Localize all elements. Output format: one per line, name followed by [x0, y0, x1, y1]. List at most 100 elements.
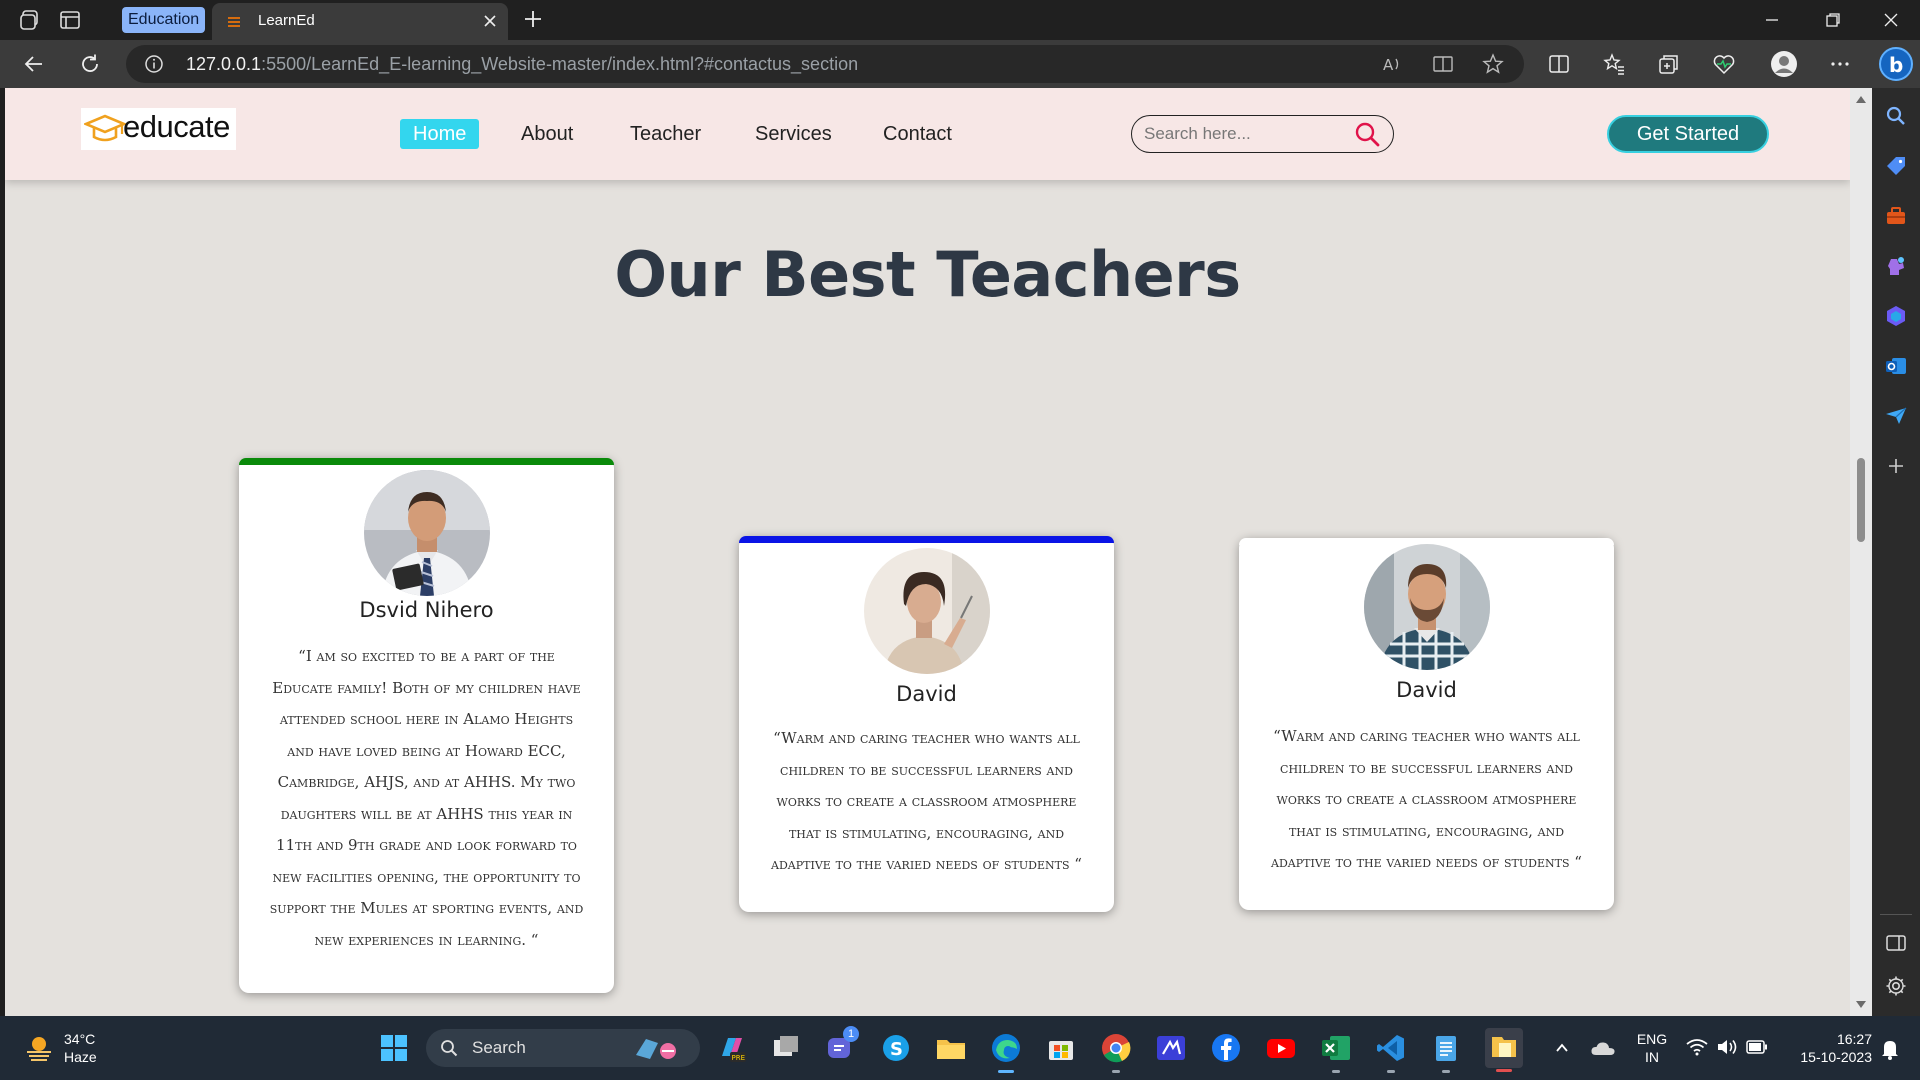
notepad-app[interactable]: [1430, 1032, 1462, 1073]
vscode-app[interactable]: [1375, 1032, 1407, 1073]
url-text[interactable]: 127.0.0.1:5500/LearnEd_E-learning_Websit…: [186, 54, 858, 75]
teams-chat-app[interactable]: 1: [825, 1026, 859, 1064]
new-tab-icon[interactable]: [522, 8, 544, 30]
microsoft-365-icon[interactable]: [1884, 304, 1908, 328]
more-options-icon[interactable]: [1828, 52, 1852, 76]
collections-icon[interactable]: [1657, 52, 1681, 76]
favorites-icon[interactable]: [1602, 52, 1626, 76]
address-bar[interactable]: 127.0.0.1:5500/LearnEd_E-learning_Websit…: [126, 45, 1524, 83]
onedrive-cloud-icon[interactable]: [1590, 1038, 1616, 1058]
youtube-icon[interactable]: [1265, 1032, 1297, 1064]
weather-haze-icon[interactable]: [24, 1034, 54, 1062]
close-tab-icon[interactable]: [482, 13, 498, 29]
edge-sidebar: [1872, 88, 1920, 1016]
graduation-cap-logo-icon: [84, 114, 126, 142]
settings-gear-icon[interactable]: [1884, 974, 1908, 998]
clock[interactable]: 16:27 15-10-2023: [1782, 1030, 1872, 1066]
back-arrow-icon[interactable]: [22, 52, 46, 76]
scroll-up-arrow-icon[interactable]: [1856, 96, 1866, 103]
profile-avatar-icon[interactable]: [1770, 50, 1798, 78]
edge-app[interactable]: [990, 1032, 1022, 1073]
excel-app[interactable]: [1320, 1032, 1352, 1073]
svg-text:S: S: [890, 1039, 903, 1060]
nav-teacher[interactable]: Teacher: [630, 119, 701, 149]
workspaces-icon[interactable]: [18, 8, 42, 32]
browser-title-bar: Education LearnEd: [0, 0, 1920, 40]
browser-essentials-icon[interactable]: [1712, 52, 1736, 76]
browser-toolbar: 127.0.0.1:5500/LearnEd_E-learning_Websit…: [0, 40, 1920, 88]
page-scrollbar[interactable]: [1850, 88, 1872, 1016]
clock-date: 15-10-2023: [1800, 1049, 1872, 1065]
sticky-note-folder-icon: [1492, 1037, 1516, 1057]
add-icon[interactable]: [1884, 454, 1908, 478]
split-screen-icon[interactable]: [1547, 52, 1571, 76]
language-indicator[interactable]: ENG IN: [1632, 1030, 1672, 1066]
tools-briefcase-icon[interactable]: [1884, 204, 1908, 228]
scroll-down-arrow-icon[interactable]: [1856, 1001, 1866, 1008]
hide-sidebar-icon[interactable]: [1884, 931, 1908, 955]
chrome-app[interactable]: [1100, 1032, 1132, 1073]
running-app-indicator: [1112, 1070, 1120, 1073]
nav-services[interactable]: Services: [755, 119, 832, 149]
copilot-preview-app-icon[interactable]: PRE: [716, 1032, 748, 1064]
search-highlight-icon: [636, 1039, 676, 1059]
volume-icon[interactable]: [1716, 1038, 1738, 1056]
nav-home[interactable]: Home: [400, 119, 480, 149]
logo-text: educate: [123, 109, 230, 144]
site-info-icon[interactable]: [144, 54, 164, 74]
sticky-notes-app[interactable]: [1485, 1028, 1523, 1072]
taskbar-search-label: Search: [472, 1038, 526, 1057]
excel-icon: [1322, 1036, 1350, 1060]
favorite-star-icon[interactable]: [1482, 53, 1504, 75]
tab-title: LearnEd: [258, 12, 315, 29]
battery-icon[interactable]: [1746, 1040, 1768, 1054]
taskbar-search[interactable]: Search: [426, 1029, 700, 1067]
teacher-quote: “Warm and caring teacher who wants all c…: [1271, 727, 1582, 871]
clock-time: 16:27: [1836, 1031, 1872, 1047]
search-icon[interactable]: [1884, 104, 1908, 128]
facebook-icon[interactable]: [1210, 1032, 1242, 1064]
notification-bell-icon[interactable]: [1880, 1038, 1900, 1060]
skype-icon[interactable]: S: [880, 1032, 912, 1064]
weather-widget[interactable]: 34°C Haze: [64, 1030, 97, 1066]
file-explorer-icon[interactable]: [935, 1032, 967, 1064]
read-aloud-icon[interactable]: A: [1382, 54, 1402, 74]
minimize-icon[interactable]: [1762, 10, 1782, 30]
shopping-tag-icon[interactable]: [1884, 154, 1908, 178]
restore-icon[interactable]: [1823, 10, 1843, 30]
scrollbar-thumb[interactable]: [1857, 458, 1865, 542]
search-icon[interactable]: [1354, 121, 1381, 148]
windows-start-icon[interactable]: [380, 1034, 408, 1062]
get-started-button[interactable]: Get Started: [1607, 115, 1769, 153]
microsoft-store-icon[interactable]: [1045, 1032, 1077, 1064]
games-icon[interactable]: [1884, 254, 1908, 278]
teacher-quote: “I am so excited to be a part of the Edu…: [269, 647, 584, 949]
teams-badge: 1: [843, 1026, 859, 1042]
page-viewport[interactable]: educate Home About Teacher Services Cont…: [5, 88, 1850, 1016]
search-input[interactable]: [1144, 122, 1344, 146]
tab-actions-icon[interactable]: [58, 8, 82, 32]
nav-about[interactable]: About: [521, 119, 573, 149]
card-accent-bar: [739, 536, 1114, 543]
power-automate-icon[interactable]: [1155, 1032, 1187, 1064]
tab-group-label[interactable]: Education: [122, 7, 206, 33]
site-logo[interactable]: educate: [81, 108, 236, 150]
section-title: Our Best Teachers: [614, 238, 1241, 311]
send-plane-icon[interactable]: [1884, 404, 1908, 428]
close-window-icon[interactable]: [1881, 10, 1901, 30]
teacher-photo-man-suit: [364, 470, 490, 596]
url-host: 127.0.0.1: [186, 54, 262, 74]
chevron-up-icon[interactable]: [1554, 1040, 1570, 1056]
copilot-icon[interactable]: b: [1878, 46, 1914, 82]
menu-lines-favicon-icon: [228, 17, 240, 27]
task-view-icon[interactable]: [770, 1032, 802, 1064]
active-app-indicator: [1496, 1069, 1512, 1072]
immersive-reader-icon[interactable]: [1432, 54, 1454, 74]
refresh-icon[interactable]: [78, 52, 102, 76]
wifi-icon[interactable]: [1686, 1038, 1708, 1056]
notepad-icon: [1436, 1036, 1456, 1061]
nav-contact[interactable]: Contact: [883, 119, 952, 149]
browser-tab-active[interactable]: LearnEd: [212, 3, 508, 40]
outlook-icon[interactable]: [1884, 354, 1908, 378]
language-code: ENG: [1636, 1031, 1668, 1047]
